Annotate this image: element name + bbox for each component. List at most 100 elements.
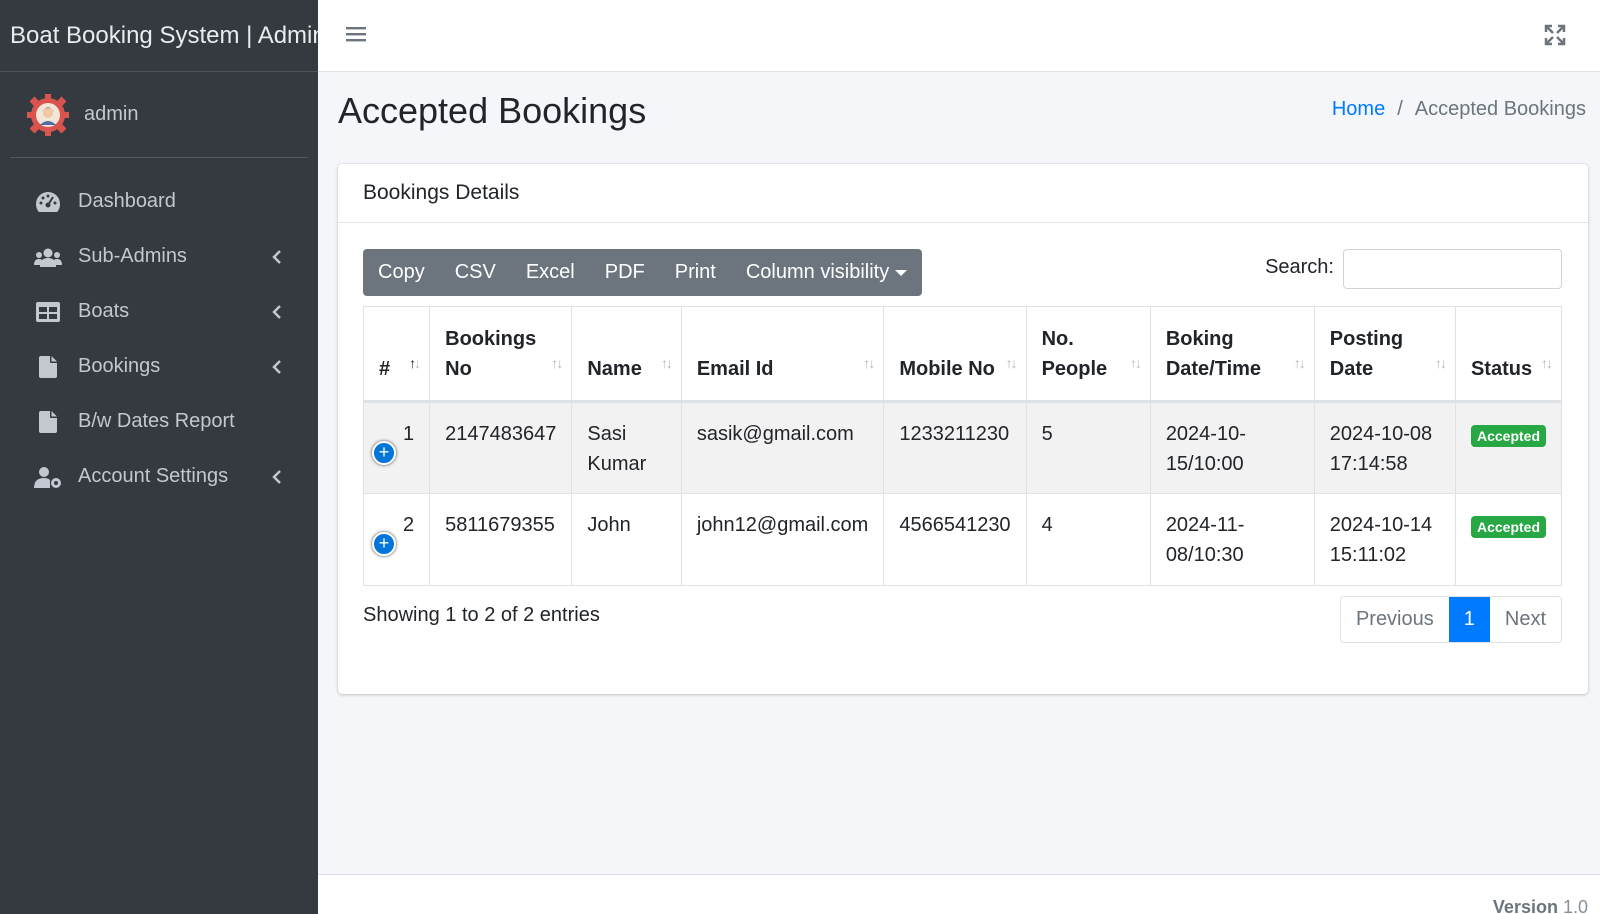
sort-icon: ↑↓ [1434,355,1447,371]
sort-icon: ↑↓ [1129,355,1142,371]
column-visibility-label: Column visibility [745,261,890,283]
pdf-button[interactable]: PDF [590,249,660,296]
brand-title[interactable]: Boat Booking System | Admin [0,0,318,72]
sidebar-item-label: Boats [78,300,130,322]
booking-no-cell: 5811679355 [429,493,573,586]
email-cell: john12@gmail.com [680,493,885,586]
status-badge: Accepted [1470,425,1546,447]
hamburger-menu-icon[interactable] [346,24,366,46]
people-cell: 5 [1025,401,1151,494]
breadcrumb: Home / Accepted Bookings [1332,98,1586,121]
card-title: Bookings Details [338,164,1588,223]
column-header-people[interactable]: No. People ↑↓ [1025,306,1151,403]
column-header-posting-date[interactable]: Posting Date ↑↓ [1313,306,1456,403]
sidebar-item-dashboard[interactable]: Dashboard [0,174,318,229]
column-header-booking-datetime[interactable]: Boking Date/Time ↑↓ [1149,306,1315,403]
expand-row-icon[interactable]: + [372,532,396,556]
sidebar-item-account-settings[interactable]: Account Settings [0,449,318,504]
table-grid-icon [34,300,62,324]
sidebar-item-label: B/w Dates Report [78,410,235,432]
pagination: Previous 1 Next [1339,596,1562,643]
expand-row-icon[interactable]: + [372,441,396,465]
chevron-left-icon [270,304,284,319]
booking-datetime-cell: 2024-10-15/10:00 [1149,401,1315,494]
top-navbar [318,0,1600,72]
users-icon [34,245,62,269]
sidebar-item-label: Dashboard [78,190,176,212]
version-value: 1.0 [1562,897,1588,914]
column-header-mobile[interactable]: Mobile No ↑↓ [883,306,1027,403]
booking-datetime-cell: 2024-11-08/10:30 [1149,493,1315,586]
mobile-cell: 4566541230 [883,493,1027,586]
sidebar-nav: Dashboard Sub-Admins Boats Bookings B/w … [0,174,318,504]
sort-icon: ↑↓ [1541,355,1553,371]
posting-date-cell: 2024-10-08 17:14:58 [1313,401,1456,494]
sidebar-item-sub-admins[interactable]: Sub-Admins [0,229,318,284]
booking-no-cell: 2147483647 [429,401,573,494]
fullscreen-expand-icon[interactable] [1544,24,1566,46]
chevron-left-icon [270,469,284,484]
page-1-button[interactable]: 1 [1448,597,1490,642]
status-cell: Accepted [1454,401,1563,494]
table-row[interactable]: +1 2147483647 Sasi Kumar sasik@gmail.com… [362,401,1563,494]
column-header-status[interactable]: Status ↑↓ [1454,306,1563,403]
previous-page-button[interactable]: Previous [1341,597,1449,642]
sort-icon: ↑↓ [1005,355,1018,371]
sidebar: Boat Booking System | Admin admin Dashbo… [0,0,318,914]
sort-icon: ↑↓ [1293,355,1306,371]
sidebar-item-label: Account Settings [78,465,229,487]
column-header-email[interactable]: Email Id ↑↓ [680,306,885,403]
copy-button[interactable]: Copy [363,249,440,296]
admin-avatar-icon[interactable] [26,93,70,137]
sidebar-item-bw-dates-report[interactable]: B/w Dates Report [0,394,318,449]
sort-icon: ↑↓ [551,355,563,371]
table-header-row: # ↑↓ Bookings No ↑↓ Name ↑↓ Email Id ↑↓ Mobi… [362,306,1563,403]
breadcrumb-current: Accepted Bookings [1414,98,1586,120]
file-icon [34,355,62,379]
column-header-name[interactable]: Name ↑↓ [571,306,682,403]
user-panel[interactable]: admin [10,72,308,158]
caret-down-icon [895,269,908,276]
sort-asc-icon: ↑↓ [409,355,421,371]
row-index-cell: +2 [362,493,431,586]
user-cog-icon [34,465,62,489]
sort-icon: ↑↓ [863,355,875,371]
sidebar-item-bookings[interactable]: Bookings [0,339,318,394]
chevron-left-icon [270,359,284,374]
sidebar-item-label: Sub-Admins [78,245,187,267]
column-header-booking-no[interactable]: Bookings No ↑↓ [429,306,573,403]
sidebar-item-boats[interactable]: Boats [0,284,318,339]
table-row[interactable]: +2 5811679355 John john12@gmail.com 4566… [362,493,1563,586]
search-label: Search: [1265,256,1334,278]
search-input[interactable] [1343,249,1562,289]
file-icon [34,410,62,434]
name-cell: Sasi Kumar [571,401,682,494]
next-page-button[interactable]: Next [1490,597,1561,642]
dashboard-gauge-icon [34,190,62,214]
sidebar-item-label: Bookings [78,355,161,377]
footer: Version 1.0 [318,874,1600,914]
excel-button[interactable]: Excel [511,249,590,296]
breadcrumb-home-link[interactable]: Home [1332,98,1385,121]
csv-button[interactable]: CSV [440,249,511,296]
version-info: Version 1.0 [1493,897,1588,914]
name-cell: John [571,493,682,586]
export-button-group: Copy CSV Excel PDF Print Column visibili… [363,249,923,296]
page-title: Accepted Bookings [338,90,647,131]
user-name[interactable]: admin [84,103,138,126]
email-cell: sasik@gmail.com [680,401,885,494]
breadcrumb-separator: / [1397,98,1403,120]
version-label: Version [1492,897,1558,914]
table-info: Showing 1 to 2 of 2 entries [363,604,600,626]
status-badge: Accepted [1470,516,1546,538]
bookings-card: Bookings Details Copy CSV Excel PDF Prin… [338,164,1588,694]
column-header-index[interactable]: # ↑↓ [362,306,431,403]
status-cell: Accepted [1454,493,1563,586]
print-button[interactable]: Print [660,249,731,296]
chevron-left-icon [270,249,284,264]
mobile-cell: 1233211230 [883,401,1027,494]
bookings-table: # ↑↓ Bookings No ↑↓ Name ↑↓ Email Id ↑↓ Mobi… [362,306,1563,586]
column-visibility-button[interactable]: Column visibility [731,249,922,296]
row-index-cell: +1 [362,401,431,494]
sort-icon: ↑↓ [660,355,673,371]
